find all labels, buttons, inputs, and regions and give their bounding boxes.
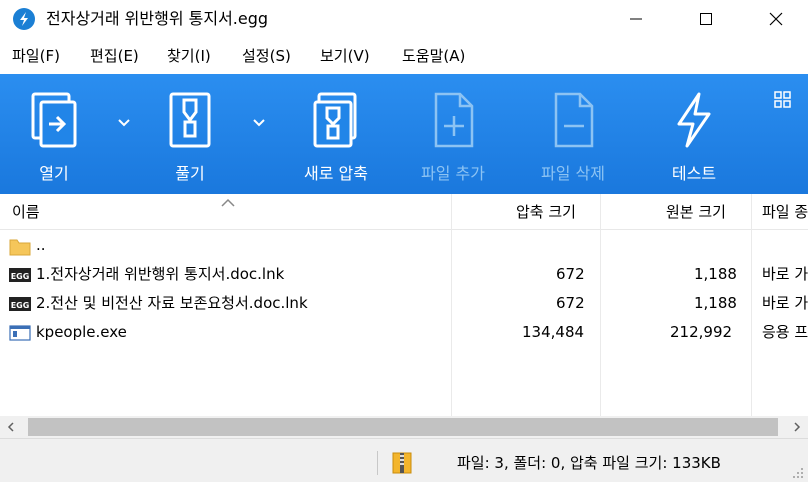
original-size: 212,992 — [670, 323, 733, 341]
sort-ascending-icon — [221, 196, 235, 207]
egg-shortcut-icon: EGG — [8, 293, 32, 315]
add-file-button[interactable]: 파일 추가 — [408, 74, 498, 194]
status-bar: 파일: 3, 폴더: 0, 압축 파일 크기: 133KB — [0, 438, 808, 482]
maximize-button[interactable] — [682, 0, 730, 38]
table-row[interactable]: kpeople.exe 134,484 212,992 응용 프 — [0, 318, 808, 347]
close-button[interactable] — [752, 0, 800, 38]
folder-icon — [8, 235, 32, 257]
delete-file-label: 파일 삭제 — [541, 164, 605, 183]
svg-text:EGG: EGG — [11, 301, 30, 310]
toolbar: 열기 풀기 새로 압축 파일 추가 파일 삭제 테스트 — [0, 74, 808, 194]
resize-grip-icon[interactable] — [792, 467, 804, 479]
minimize-button[interactable] — [612, 0, 660, 38]
status-summary: 파일: 3, 폴더: 0, 압축 파일 크기: 133KB — [457, 454, 721, 472]
grid-view-icon[interactable] — [773, 90, 793, 110]
add-file-icon — [408, 92, 498, 152]
extract-label: 풀기 — [175, 164, 205, 183]
horizontal-scrollbar[interactable] — [0, 416, 808, 438]
table-row[interactable]: EGG 2.전산 및 비전산 자료 보존요청서.doc.lnk 672 1,18… — [0, 289, 808, 318]
menu-file[interactable]: 파일(F) — [12, 46, 60, 66]
column-packed-size[interactable]: 압축 크기 — [516, 202, 576, 222]
add-file-label: 파일 추가 — [421, 164, 485, 183]
open-label: 열기 — [39, 164, 69, 183]
file-type: 바로 가 — [762, 265, 808, 283]
packed-size: 134,484 — [522, 323, 585, 341]
scroll-right-icon[interactable] — [790, 420, 804, 434]
delete-file-button[interactable]: 파일 삭제 — [528, 74, 618, 194]
file-list-header: 이름 압축 크기 원본 크기 파일 종 — [0, 194, 808, 230]
egg-shortcut-icon: EGG — [8, 264, 32, 286]
window-title: 전자상거래 위반행위 통지서.egg — [46, 9, 269, 28]
column-file-type[interactable]: 파일 종 — [762, 202, 808, 222]
alzip-app-icon — [13, 8, 35, 30]
packed-size: 672 — [556, 294, 585, 312]
menu-help[interactable]: 도움말(A) — [402, 46, 465, 66]
scroll-left-icon[interactable] — [4, 420, 18, 434]
test-label: 테스트 — [671, 164, 717, 183]
new-archive-button[interactable]: 새로 압축 — [290, 74, 382, 194]
test-button[interactable]: 테스트 — [654, 74, 734, 194]
file-name: 2.전산 및 비전산 자료 보존요청서.doc.lnk — [36, 294, 308, 312]
list-item-parent[interactable]: .. — [0, 231, 808, 260]
file-name: kpeople.exe — [36, 323, 127, 341]
file-name: .. — [36, 236, 46, 254]
scrollbar-thumb[interactable] — [28, 418, 778, 436]
original-size: 1,188 — [694, 265, 737, 283]
new-archive-icon — [290, 92, 382, 152]
extract-button[interactable]: 풀기 — [150, 74, 230, 194]
lightning-icon — [654, 92, 734, 152]
status-divider — [377, 451, 378, 475]
file-type: 바로 가 — [762, 294, 808, 312]
menu-bar: 파일(F) 편집(E) 찾기(I) 설정(S) 보기(V) 도움말(A) — [0, 38, 808, 74]
open-dropdown-chevron-icon[interactable] — [116, 114, 132, 130]
column-original-size[interactable]: 원본 크기 — [666, 202, 726, 222]
menu-settings[interactable]: 설정(S) — [242, 46, 291, 66]
menu-edit[interactable]: 편집(E) — [90, 46, 139, 66]
packed-size: 672 — [556, 265, 585, 283]
original-size: 1,188 — [694, 294, 737, 312]
extract-dropdown-chevron-icon[interactable] — [251, 114, 267, 130]
new-archive-label: 새로 압축 — [304, 164, 368, 183]
menu-view[interactable]: 보기(V) — [320, 46, 370, 66]
file-type: 응용 프 — [762, 323, 808, 341]
archive-zipper-icon — [390, 451, 414, 475]
menu-find[interactable]: 찾기(I) — [167, 46, 211, 66]
column-name[interactable]: 이름 — [12, 202, 40, 222]
file-name: 1.전자상거래 위반행위 통지서.doc.lnk — [36, 265, 285, 283]
title-bar: 전자상거래 위반행위 통지서.egg — [0, 0, 808, 38]
open-icon — [14, 92, 94, 152]
table-row[interactable]: EGG 1.전자상거래 위반행위 통지서.doc.lnk 672 1,188 바… — [0, 260, 808, 289]
svg-text:EGG: EGG — [11, 272, 30, 281]
extract-zipper-icon — [150, 92, 230, 152]
exe-file-icon — [8, 322, 32, 344]
delete-file-icon — [528, 92, 618, 152]
open-button[interactable]: 열기 — [14, 74, 94, 194]
